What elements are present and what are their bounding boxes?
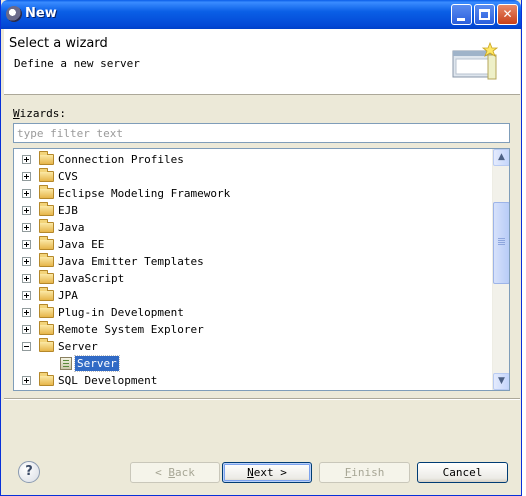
wizard-tree[interactable]: Connection Profiles CVS Eclipse Modeling F… [13,148,510,391]
tree-category-item[interactable]: Eclipse Modeling Framework [14,185,492,202]
expand-icon[interactable] [22,223,31,232]
tree-item-label: Server [74,355,120,372]
tree-category-item[interactable]: Java [14,219,492,236]
tree-item-label: Java EE [58,238,105,251]
tree-item-label: Java [58,221,85,234]
expand-icon[interactable] [22,172,31,181]
close-button[interactable]: ✕ [497,4,518,25]
folder-icon [39,219,54,233]
folder-icon [39,287,54,301]
title-bar[interactable]: New ✕ [1,0,521,29]
folder-icon [39,236,54,250]
tree-category-item[interactable]: Java EE [14,236,492,253]
tree-item-label: Eclipse Modeling Framework [58,187,231,200]
tree-item-label: JPA [58,289,78,302]
wizard-banner: Select a wizard Define a new server [4,29,520,95]
minimize-icon [457,18,465,21]
tree-category-item[interactable]: SQL Development [14,372,492,389]
expand-icon[interactable] [22,155,31,164]
tree-item-label: SQL Development [58,374,158,387]
expand-icon[interactable] [22,189,31,198]
expand-icon[interactable] [22,206,31,215]
folder-icon [39,372,54,386]
finish-button[interactable]: Finish [319,462,410,483]
folder-icon [39,304,54,318]
server-icon [60,357,72,370]
eclipse-icon [6,6,22,22]
tree-item-label: JavaScript [58,272,125,285]
folder-icon [39,321,54,335]
expand-icon[interactable] [22,376,31,385]
tree-item-label: Java Emitter Templates [58,255,204,268]
folder-icon [39,151,54,165]
new-wizard-dialog: New ✕ Select a wizard Define a new serve… [0,0,522,496]
tree-item-label: Connection Profiles [58,153,184,166]
tree-category-item[interactable]: Server [14,338,492,355]
tree-item-label: EJB [58,204,78,217]
folder-icon [39,253,54,267]
page-title: Select a wizard [9,36,108,51]
maximize-button[interactable] [474,4,495,25]
expand-icon[interactable] [22,274,31,283]
help-button[interactable]: ? [18,461,40,483]
tree-category-item[interactable]: CVS [14,168,492,185]
expand-icon[interactable] [22,308,31,317]
tree-item-label: Remote System Explorer [58,323,204,336]
wizard-banner-icon [452,41,498,80]
folder-icon [39,338,54,352]
folder-icon [39,168,54,182]
tree-item-label: Server [58,340,98,353]
wizards-label: Wizards: [13,107,66,120]
back-button[interactable]: < Back [130,462,220,483]
expand-icon[interactable] [22,291,31,300]
expand-icon[interactable] [22,325,31,334]
tree-category-item[interactable]: Connection Profiles [14,151,492,168]
close-icon: ✕ [502,7,513,21]
folder-icon [39,185,54,199]
chevron-up-icon: ▲ [498,152,505,162]
button-bar-separator [4,398,520,400]
tree-leaf-item[interactable]: Server [14,355,492,372]
maximize-icon [479,9,490,20]
expand-icon[interactable] [22,257,31,266]
tree-vertical-scrollbar[interactable]: ▲ ▼ [492,149,509,390]
tree-category-item[interactable]: Remote System Explorer [14,321,492,338]
page-description: Define a new server [14,57,140,70]
expand-icon[interactable] [22,240,31,249]
tree-category-item[interactable]: JavaScript [14,270,492,287]
folder-icon [39,202,54,216]
chevron-down-icon: ▼ [498,376,505,386]
wizard-filter-input[interactable] [13,123,510,143]
collapse-icon[interactable] [22,342,31,351]
tree-item-label: Plug-in Development [58,306,184,319]
minimize-button[interactable] [451,4,472,25]
cancel-button[interactable]: Cancel [417,462,508,483]
scroll-thumb[interactable] [493,202,509,284]
tree-item-label: CVS [58,170,78,183]
tree-category-item[interactable]: EJB [14,202,492,219]
tree-category-item[interactable]: JPA [14,287,492,304]
next-button[interactable]: Next > [222,462,312,483]
window-title: New [25,6,57,21]
tree-category-item[interactable]: Plug-in Development [14,304,492,321]
tree-category-item[interactable]: Java Emitter Templates [14,253,492,270]
folder-icon [39,270,54,284]
scroll-down-button[interactable]: ▼ [493,373,509,390]
help-icon: ? [25,464,33,479]
scroll-up-button[interactable]: ▲ [493,149,509,166]
